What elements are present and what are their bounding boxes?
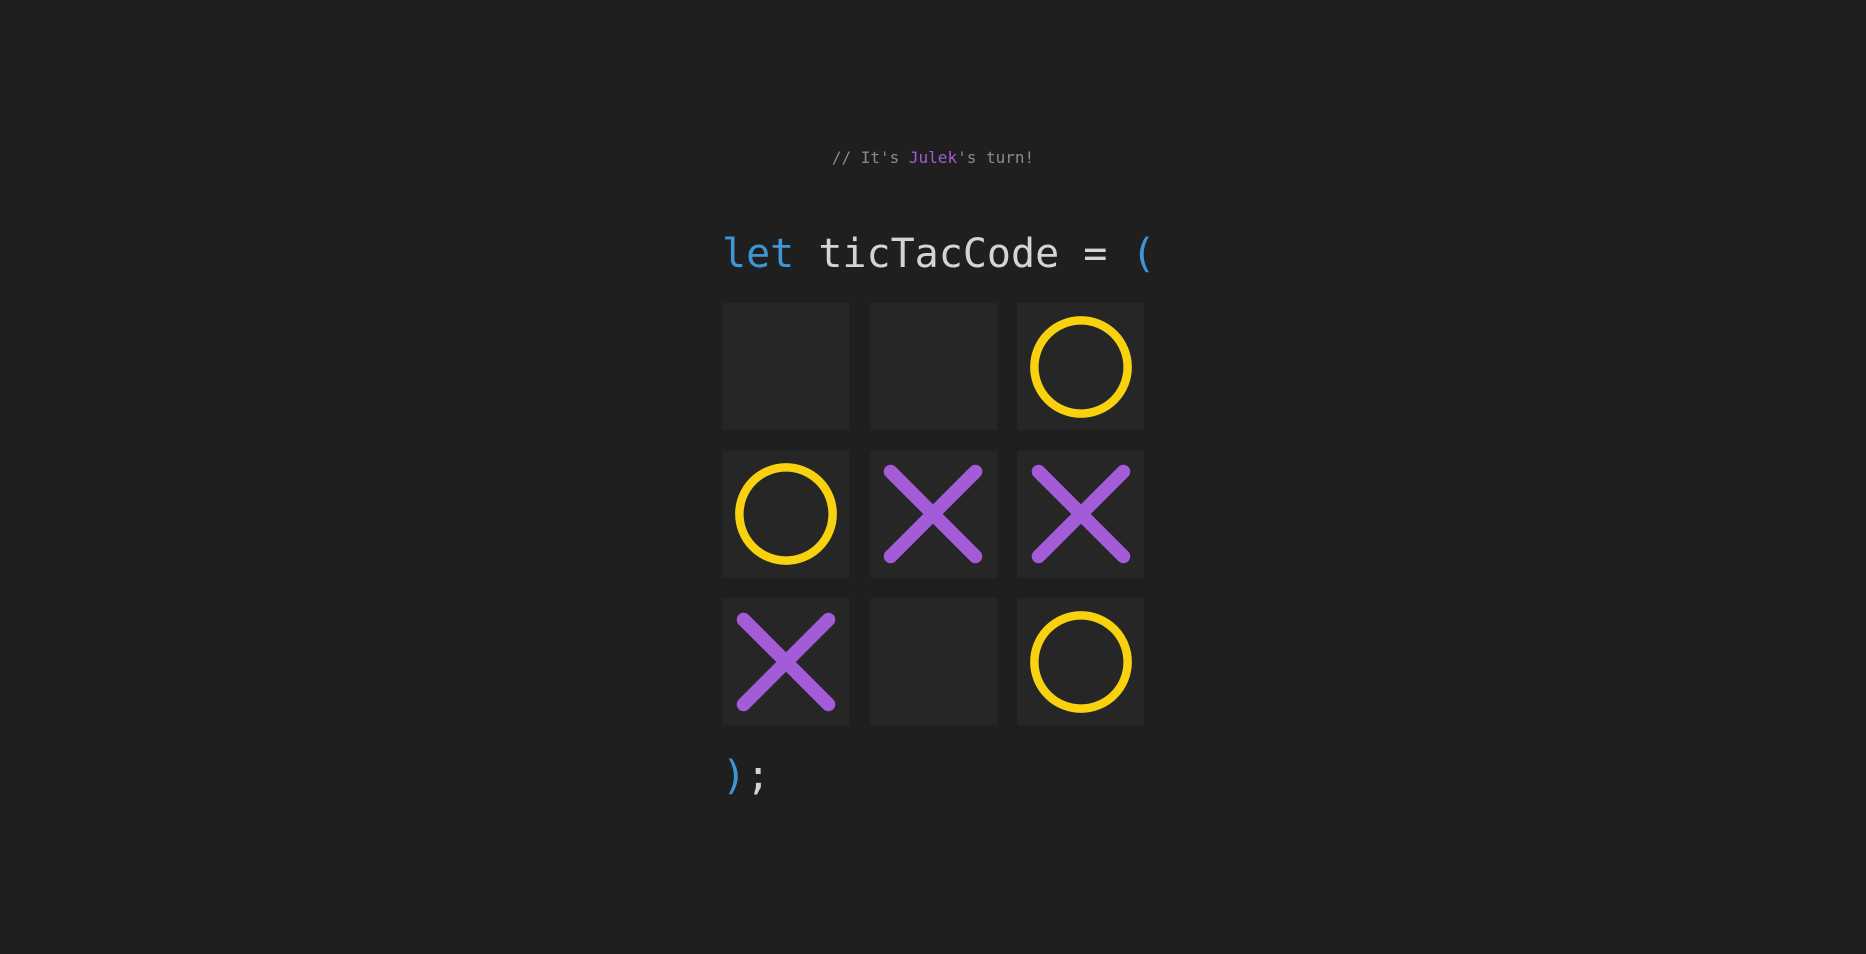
semicolon: ;: [746, 753, 771, 799]
o-mark-icon: [734, 463, 837, 565]
board-cell-7[interactable]: [722, 598, 849, 725]
turn-indicator: // It's Julek's turn!: [0, 148, 1866, 167]
turn-suffix: 's turn!: [957, 148, 1035, 167]
current-player-name: Julek: [908, 148, 958, 167]
board-cell-2[interactable]: [869, 303, 997, 430]
board-cell-8[interactable]: [869, 598, 997, 725]
variable-name: ticTacCode: [818, 231, 1060, 277]
equals-sign: =: [1083, 231, 1108, 277]
code-open-line: let ticTacCode = (: [722, 234, 1156, 274]
board-cell-5[interactable]: [869, 450, 997, 578]
let-keyword: let: [722, 231, 795, 277]
game-page: // It's Julek's turn! let ticTacCode = (…: [0, 0, 1866, 954]
game-board: [722, 303, 1144, 725]
board-cell-9[interactable]: [1017, 598, 1144, 725]
x-mark-icon: [736, 612, 835, 711]
close-paren: ): [722, 753, 747, 799]
open-paren: (: [1131, 231, 1156, 277]
board-cell-6[interactable]: [1017, 450, 1144, 578]
code-close-line: );: [722, 756, 770, 796]
o-mark-icon: [1029, 315, 1132, 418]
x-mark-icon: [1031, 464, 1130, 564]
board-cell-4[interactable]: [722, 450, 849, 578]
board-cell-3[interactable]: [1017, 303, 1144, 430]
board-cell-1[interactable]: [722, 303, 849, 430]
o-mark-icon: [1029, 610, 1132, 713]
turn-prefix: // It's: [831, 148, 909, 167]
x-mark-icon: [883, 464, 983, 564]
